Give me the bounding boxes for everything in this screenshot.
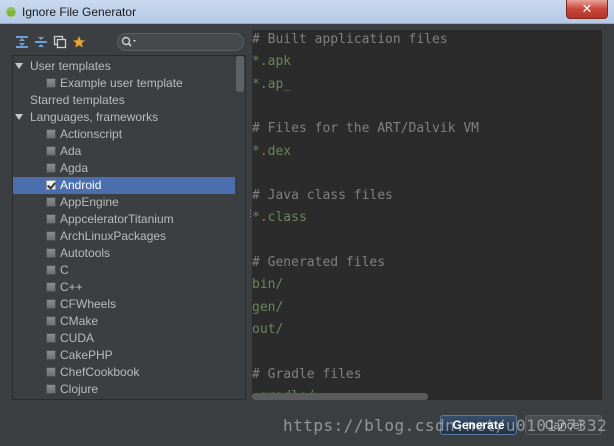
tree-scrollbar[interactable] [236, 56, 244, 92]
collapse-all-icon[interactable] [34, 35, 48, 49]
code-pattern-line: *.class [252, 210, 307, 226]
tree-group-row[interactable]: Languages, frameworks [13, 109, 235, 126]
code-comment-line: # Generated files [252, 255, 386, 270]
tree-row-label: AppEngine [60, 195, 119, 209]
code-pattern-line: bin/ [252, 277, 284, 293]
search-icon [121, 36, 136, 47]
tree-item-row[interactable]: AppEngine [13, 194, 235, 211]
code-comment-line: # Gradle files [252, 366, 362, 382]
template-checkbox[interactable] [46, 197, 56, 207]
tree-item-row[interactable]: Ada [13, 143, 235, 160]
tree-row-label: Actionscript [60, 127, 123, 141]
tree-group-row[interactable]: Starred templates [13, 92, 235, 109]
template-checkbox[interactable] [46, 367, 56, 377]
template-checkbox[interactable] [46, 299, 56, 309]
tree-item-row[interactable]: CFWheels [13, 296, 235, 313]
template-checkbox[interactable] [46, 248, 56, 258]
code-comment-line: # Files for the ART/Dalvik VM [252, 121, 479, 137]
watermark-text: https://blog.csdn.net/u010127332 [283, 416, 608, 435]
template-checkbox[interactable] [46, 350, 56, 360]
tree-item-row[interactable]: AppceleratorTitanium [13, 211, 235, 228]
star-icon[interactable] [72, 35, 86, 49]
template-checkbox[interactable] [46, 265, 56, 275]
tree-row-label: User templates [30, 59, 111, 73]
tree-row-label: C++ [60, 280, 83, 294]
window-titlebar: Ignore File Generator ✕ [0, 0, 614, 24]
tree-row-label: Languages, frameworks [30, 110, 159, 124]
tree-row-label: CakePHP [60, 348, 113, 362]
tree-item-row[interactable]: Autotools [13, 245, 235, 262]
template-checkbox[interactable] [46, 333, 56, 343]
tree-row-label: ChefCookbook [60, 365, 140, 379]
tree-row-label: Starred templates [30, 93, 125, 107]
close-window-button[interactable]: ✕ [566, 0, 608, 19]
search-input[interactable] [142, 35, 240, 49]
tree-item-row[interactable]: CMake [13, 313, 235, 330]
expand-arrow-icon[interactable] [15, 114, 23, 120]
tree-row-label: CUDA [60, 331, 95, 345]
tree-row-label: Ada [60, 144, 82, 158]
tree-row-label: CFWheels [60, 297, 117, 311]
tree-row-label: AppceleratorTitanium [60, 212, 174, 226]
expand-arrow-icon[interactable] [15, 63, 23, 69]
tree-item-row[interactable]: CakePHP [13, 347, 235, 364]
template-checkbox[interactable] [46, 384, 56, 394]
template-checkbox[interactable] [46, 282, 56, 292]
code-pattern-line: out/ [252, 321, 284, 337]
tree-row-label: Clojure [60, 382, 99, 396]
tree-row-label: ArchLinuxPackages [60, 229, 167, 243]
template-checkbox[interactable] [46, 78, 56, 88]
code-pattern-line: *.ap_ [252, 76, 292, 92]
tree-row-label: Agda [60, 161, 89, 175]
code-pattern-line: *.dex [252, 143, 292, 159]
tree-item-row[interactable]: Example user template [13, 75, 235, 92]
tree-item-row[interactable]: ChefCookbook [13, 364, 235, 381]
template-checkbox[interactable] [46, 129, 56, 139]
window-title: Ignore File Generator [22, 5, 137, 19]
template-checkbox[interactable] [46, 214, 56, 224]
tree-item-row[interactable]: Android [13, 177, 235, 194]
tree-item-row[interactable]: CUDA [13, 330, 235, 347]
template-checkbox[interactable] [46, 316, 56, 326]
tree-item-row[interactable]: C [13, 262, 235, 279]
template-checkbox[interactable] [46, 163, 56, 173]
search-field[interactable] [117, 33, 244, 51]
tree-row-label: C [60, 263, 69, 277]
tree-row-label: Autotools [60, 246, 111, 260]
tree-item-row[interactable]: Agda [13, 160, 235, 177]
copy-icon[interactable] [53, 35, 67, 49]
template-checkbox[interactable] [46, 146, 56, 156]
editor-horizontal-scrollbar[interactable] [252, 393, 428, 400]
gitignore-preview-editor[interactable]: # Built application files *.apk *.ap_ # Fil… [252, 30, 602, 400]
tree-row-label: Example user template [60, 76, 183, 90]
template-checkbox[interactable] [46, 231, 56, 241]
template-tree: User templates Example user template Starr… [12, 55, 246, 400]
tree-item-row[interactable]: C++ [13, 279, 235, 296]
code-pattern-line: gen/ [252, 299, 284, 315]
tree-item-row[interactable]: Actionscript [13, 126, 235, 143]
code-comment-line: # Built application files [252, 32, 448, 47]
template-checkbox[interactable] [46, 180, 56, 190]
expand-all-icon[interactable] [15, 35, 29, 49]
tree-group-row[interactable]: User templates [13, 58, 235, 75]
tree-item-row[interactable]: Clojure [13, 381, 235, 398]
tree-row-label: CMake [60, 314, 99, 328]
android-app-icon [6, 7, 16, 17]
code-comment-line: # Java class files [252, 188, 393, 204]
code-pattern-line: *.apk [252, 54, 292, 70]
tree-item-row[interactable]: ArchLinuxPackages [13, 228, 235, 245]
tree-row-label: Android [60, 178, 102, 192]
